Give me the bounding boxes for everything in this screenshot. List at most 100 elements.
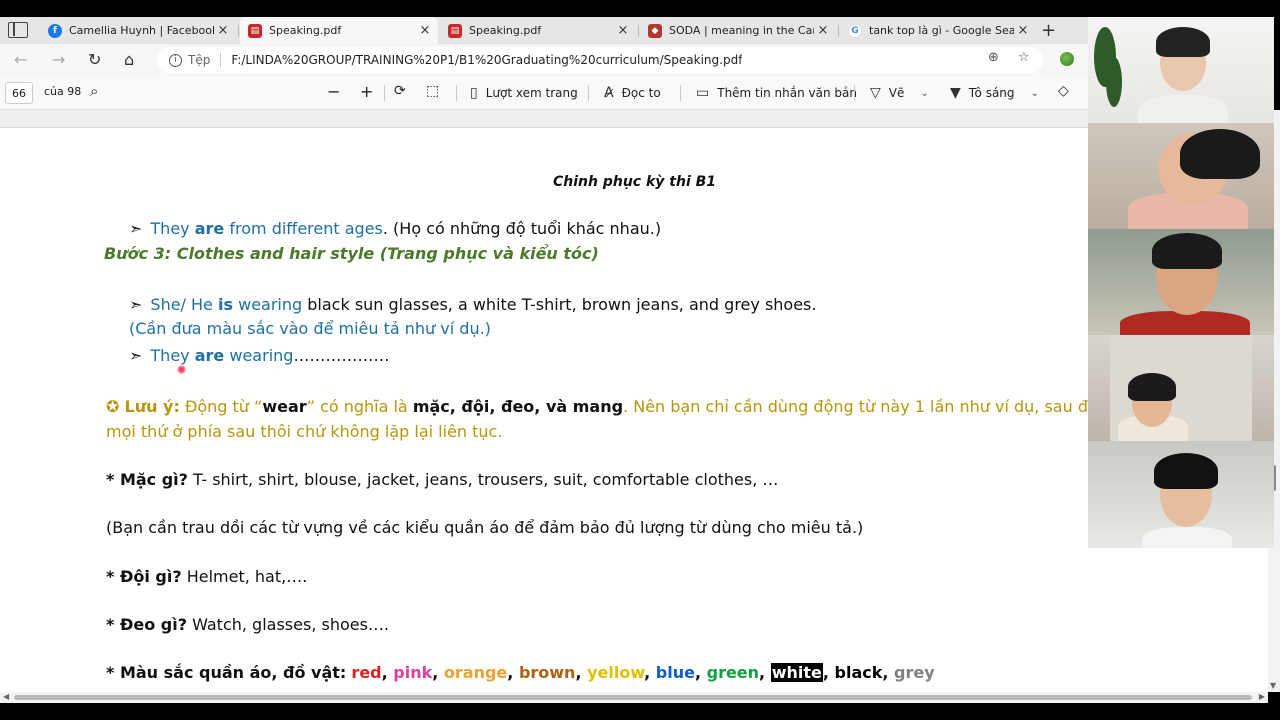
page-header: Chinh phục kỳ thi B1	[553, 174, 717, 190]
favorite-star-icon[interactable]: ☆	[1018, 50, 1030, 65]
tab-title: SODA | meaning in the Cambridg	[669, 24, 814, 37]
color-word-pink: pink	[393, 663, 433, 682]
google-icon: G	[848, 23, 862, 38]
pdf-page: Chinh phục kỳ thi B1 ➣ They are from diff…	[0, 128, 1268, 692]
scroll-left-icon[interactable]: ◀	[3, 692, 9, 701]
facebook-icon: f	[48, 23, 62, 38]
page-view-label: Lượt xem trang	[485, 86, 578, 100]
color-word-green: green	[706, 663, 760, 682]
close-icon[interactable]: ×	[614, 23, 632, 38]
tab-actions-icon[interactable]	[8, 22, 28, 38]
color-note: (Cần đưa màu sắc vào để miêu tả như ví d…	[129, 319, 491, 338]
refresh-icon[interactable]: ↻	[88, 50, 101, 69]
participant-video-3[interactable]	[1088, 229, 1274, 335]
scroll-right-icon[interactable]: ▶	[1259, 692, 1265, 701]
color-word-blue: blue	[655, 663, 695, 682]
url-text[interactable]: F:/LINDA%20GROUP/TRAINING%20P1/B1%20Grad…	[231, 53, 742, 67]
scroll-down-icon[interactable]: ▼	[1270, 681, 1276, 690]
arrow-bullet-icon: ➣	[129, 219, 143, 238]
tab-speaking-pdf-active[interactable]: ▤ Speaking.pdf ×	[240, 17, 438, 44]
rotate-icon[interactable]: ⟳	[394, 83, 406, 99]
accessory-question: * Đeo gì? Watch, glasses, shoes….	[106, 615, 390, 634]
page-number-input[interactable]: 66	[5, 82, 33, 104]
participant-video-1[interactable]	[1088, 17, 1274, 123]
close-icon[interactable]: ×	[814, 23, 832, 38]
extension-icon[interactable]	[1060, 52, 1074, 66]
forward-arrow-icon[interactable]: →	[52, 50, 65, 69]
color-word-orange: orange	[443, 663, 508, 682]
tab-speaking-pdf[interactable]: ▤ Speaking.pdf ×	[440, 17, 636, 44]
wear-question: * Mặc gì? T- shirt, shirt, blouse, jacke…	[106, 470, 779, 489]
page-view-button[interactable]: ▯ Lượt xem trang	[470, 85, 578, 101]
fit-page-icon[interactable]: ⬚	[426, 83, 439, 99]
page-total: của 98	[44, 85, 82, 98]
draw-button[interactable]: ▽ Vẽ ⌄	[870, 85, 929, 101]
search-icon[interactable]: ⌕	[90, 82, 98, 100]
vocab-note: (Bạn cần trau dồi các từ vựng về các kiể…	[106, 518, 864, 537]
read-aloud-label: Đọc to	[621, 86, 661, 100]
read-aloud-button[interactable]: A̷ Đọc to	[604, 85, 661, 101]
pdf-toolbar: 66 của 98 ⌕ − + ⟳ ⬚ ▯ Lượt xem trang A̷ …	[0, 76, 1088, 110]
participant-video-2[interactable]	[1088, 123, 1274, 229]
url-field[interactable]: i Tệp F:/LINDA%20GROUP/TRAINING%20P1/B1%…	[157, 47, 1043, 73]
tab-title: tank top là gì - Google Search	[869, 24, 1014, 37]
sentence-she-wearing: ➣ She/ He is wearing black sun glasses, a…	[129, 295, 817, 314]
page-gap	[0, 110, 1088, 128]
colors-line: * Màu sắc quần áo, đồ vật: red, pink, or…	[106, 663, 935, 682]
cambridge-icon: ◆	[648, 23, 662, 38]
participant-video-5[interactable]	[1088, 441, 1274, 548]
zoom-out-icon[interactable]: −	[327, 82, 340, 101]
sentence-they-wearing: ➣ They are wearing………………	[129, 346, 390, 365]
participant-video-4[interactable]	[1088, 335, 1274, 441]
protocol-label: Tệp	[188, 53, 211, 67]
eraser-icon[interactable]: ◇	[1058, 83, 1069, 99]
highlighter-icon: ▼	[950, 85, 961, 101]
star-icon: ✪	[106, 397, 120, 416]
note-line-1: ✪ Lưu ý: Động từ “wear” có nghĩa là mặc,…	[106, 397, 1098, 416]
zoom-icon[interactable]: ⊕	[988, 50, 999, 65]
tab-facebook[interactable]: f Camellia Huynh | Facebook ×	[40, 17, 236, 44]
color-word-red: red	[351, 663, 382, 682]
highlight-button[interactable]: ▼ Tô sáng ⌄	[950, 85, 1039, 101]
color-word-brown: brown	[518, 663, 576, 682]
pdf-icon: ▤	[448, 23, 462, 38]
info-icon[interactable]: i	[169, 53, 182, 67]
draw-pen-icon: ▽	[870, 85, 881, 101]
tab-bar: f Camellia Huynh | Facebook × ▤ Speaking…	[0, 17, 1088, 44]
read-aloud-icon: A̷	[604, 85, 614, 101]
tab-cambridge[interactable]: ◆ SODA | meaning in the Cambridg ×	[640, 17, 836, 44]
sentence-they-ages: ➣ They are from different ages. (Họ có nh…	[129, 219, 662, 238]
tab-google-search[interactable]: G tank top là gì - Google Search ×	[840, 17, 1036, 44]
chevron-down-icon[interactable]: ⌄	[920, 88, 928, 99]
scroll-thumb[interactable]	[14, 695, 1252, 700]
add-text-button[interactable]: ▭ Thêm tin nhắn văn bản	[696, 85, 857, 101]
new-tab-button[interactable]: +	[1041, 20, 1056, 41]
home-icon[interactable]: ⌂	[124, 50, 134, 69]
tab-title: Speaking.pdf	[469, 24, 542, 37]
chevron-down-icon[interactable]: ⌄	[1031, 88, 1039, 99]
page-view-icon: ▯	[470, 85, 478, 101]
note-line-2: mọi thứ ở phía sau thôi chứ không lặp lạ…	[106, 422, 503, 441]
close-icon[interactable]: ×	[416, 23, 434, 38]
color-word-black: black	[834, 663, 883, 682]
laser-pointer-icon	[177, 365, 186, 374]
text-box-icon: ▭	[696, 85, 710, 101]
letterbox-top	[0, 0, 1280, 17]
tab-title: Speaking.pdf	[269, 24, 342, 37]
letterbox-bottom	[0, 703, 1280, 720]
color-word-yellow: yellow	[587, 663, 645, 682]
address-bar: ← → ↻ ⌂ i Tệp F:/LINDA%20GROUP/TRAINING%…	[0, 44, 1088, 76]
color-word-grey: grey	[894, 663, 935, 682]
close-icon[interactable]: ×	[214, 23, 232, 38]
pdf-icon: ▤	[248, 23, 262, 38]
zoom-in-icon[interactable]: +	[360, 82, 373, 101]
arrow-bullet-icon: ➣	[129, 346, 143, 365]
back-arrow-icon[interactable]: ←	[14, 50, 27, 69]
horizontal-scrollbar[interactable]: ◀ ▶	[0, 692, 1268, 703]
close-icon[interactable]: ×	[1014, 23, 1032, 38]
add-text-label: Thêm tin nhắn văn bản	[717, 86, 857, 100]
tab-title: Camellia Huynh | Facebook	[69, 24, 214, 37]
step-3-heading: Bước 3: Clothes and hair style (Trang ph…	[104, 244, 599, 263]
hat-question: * Đội gì? Helmet, hat,….	[106, 567, 308, 586]
arrow-bullet-icon: ➣	[129, 295, 143, 314]
